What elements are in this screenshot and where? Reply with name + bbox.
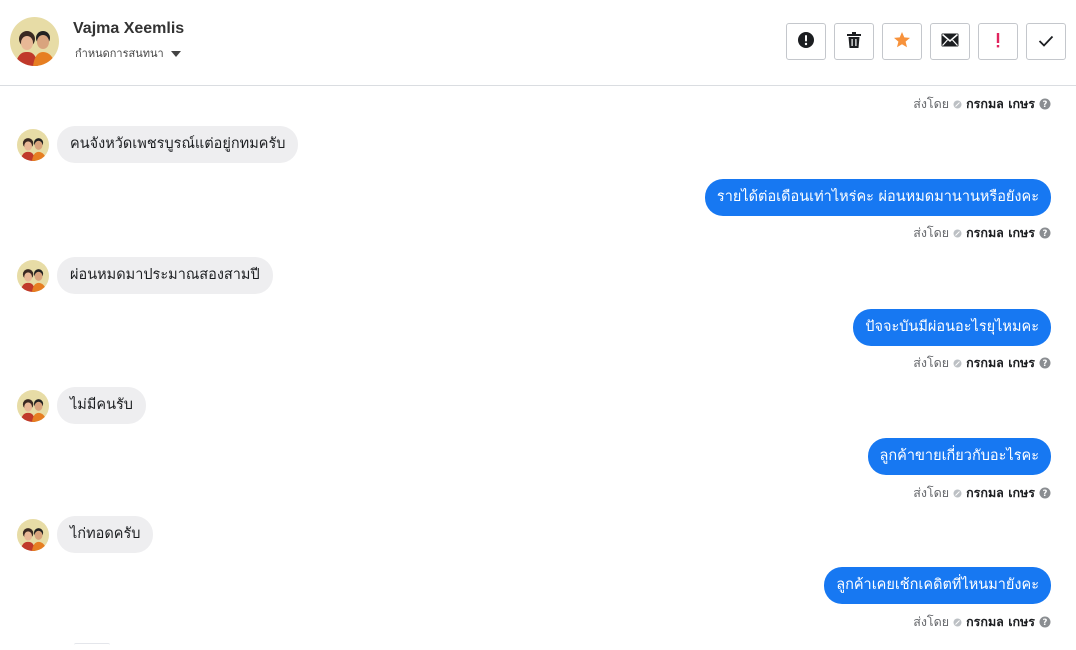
help-icon[interactable]: ? xyxy=(1039,357,1051,369)
caret-down-icon xyxy=(170,50,181,57)
incoming-message: คนจังหวัดเพชรบูรณ์แต่อยู่กทมครับ xyxy=(17,126,299,163)
incoming-message: ไม่มีคนรับ xyxy=(17,387,147,424)
sent-check-icon xyxy=(953,100,962,109)
message-bubble[interactable]: ไม่มีคนรับ xyxy=(57,387,147,424)
important-button[interactable] xyxy=(978,23,1018,60)
sent-by-label: ส่งโดย xyxy=(913,614,950,629)
svg-text:?: ? xyxy=(1043,618,1048,628)
sender-name[interactable]: กรกมล เกษร xyxy=(966,223,1035,243)
message-thread[interactable]: ส่งโดย กรกมล เกษร ? คนจังหวัดเพชรบูรณ์แต… xyxy=(0,87,1076,649)
envelope-icon xyxy=(941,32,959,51)
message-meta: ส่งโดย กรกมล เกษร ? xyxy=(913,223,1051,243)
sent-check-icon xyxy=(953,489,962,498)
conversation-toolbar xyxy=(786,23,1066,60)
contact-name[interactable]: Vajma Xeemlis xyxy=(73,20,184,38)
sender-name[interactable]: กรกมล เกษร xyxy=(966,612,1035,632)
svg-text:?: ? xyxy=(1043,100,1048,110)
help-icon[interactable]: ? xyxy=(1039,227,1051,239)
help-icon[interactable]: ? xyxy=(1039,98,1051,110)
conversation-status-label: กำหนดการสนทนา xyxy=(75,47,164,60)
contact-avatar-small[interactable] xyxy=(17,128,49,161)
contact-avatar-small[interactable] xyxy=(17,518,49,551)
exclamation-mark-icon xyxy=(995,31,1001,53)
incoming-message: ผ่อนหมดมาประมาณสองสามปี xyxy=(17,257,273,294)
sent-by-label: ส่งโดย xyxy=(913,225,950,240)
message-meta: ส่งโดย กรกมล เกษร ? xyxy=(913,483,1051,503)
conversation-header: Vajma Xeemlis กำหนดการสนทนา xyxy=(0,0,1076,86)
trash-icon xyxy=(846,31,862,53)
outgoing-message-bubble[interactable]: ลูกค้าเคยเช้กเคดิตที่ไหนมายังคะ xyxy=(824,567,1051,604)
message-bubble[interactable]: คนจังหวัดเพชรบูรณ์แต่อยู่กทมครับ xyxy=(57,126,299,163)
sent-by-label: ส่งโดย xyxy=(913,355,950,370)
svg-text:?: ? xyxy=(1043,489,1048,499)
star-button[interactable] xyxy=(882,23,922,60)
help-icon[interactable]: ? xyxy=(1039,616,1051,628)
outgoing-message-bubble[interactable]: ปัจจะบันมีผ่อนอะไรยุไหมคะ xyxy=(853,309,1051,346)
sent-check-icon xyxy=(953,229,962,238)
exclamation-circle-icon xyxy=(797,31,815,53)
message-meta: ส่งโดย กรกมล เกษร ? xyxy=(913,612,1051,632)
done-button[interactable] xyxy=(1026,23,1066,60)
report-button[interactable] xyxy=(786,23,826,60)
check-icon xyxy=(1038,32,1054,51)
help-icon[interactable]: ? xyxy=(1039,487,1051,499)
message-meta: ส่งโดย กรกมล เกษร ? xyxy=(913,353,1051,373)
contact-avatar-small[interactable] xyxy=(17,259,49,292)
sent-by-label: ส่งโดย xyxy=(913,485,950,500)
sender-name[interactable]: กรกมล เกษร xyxy=(966,353,1035,373)
svg-text:?: ? xyxy=(1043,359,1048,369)
message-bubble[interactable]: ผ่อนหมดมาประมาณสองสามปี xyxy=(57,257,273,294)
sent-by-label: ส่งโดย xyxy=(913,96,950,111)
delete-button[interactable] xyxy=(834,23,874,60)
outgoing-message-bubble[interactable]: รายได้ต่อเดือนเท่าไหร่คะ ผ่อนหมดมานานหรื… xyxy=(704,179,1051,216)
message-bubble[interactable]: ไก่ทอดครับ xyxy=(57,516,154,553)
sender-name[interactable]: กรกมล เกษร xyxy=(966,94,1035,114)
message-meta: ส่งโดย กรกมล เกษร ? xyxy=(913,94,1051,114)
contact-avatar[interactable] xyxy=(10,17,59,66)
contact-avatar-small[interactable] xyxy=(17,389,49,422)
conversation-status-dropdown[interactable]: กำหนดการสนทนา xyxy=(75,44,181,62)
star-icon xyxy=(893,31,911,53)
mark-unread-button[interactable] xyxy=(930,23,970,60)
outgoing-message-bubble[interactable]: ลูกค้าขายเกี่ยวกับอะไรคะ xyxy=(867,438,1051,475)
sender-name[interactable]: กรกมล เกษร xyxy=(966,483,1035,503)
svg-text:?: ? xyxy=(1043,229,1048,239)
sent-check-icon xyxy=(953,359,962,368)
sent-check-icon xyxy=(953,618,962,627)
incoming-message: ไก่ทอดครับ xyxy=(17,516,154,553)
